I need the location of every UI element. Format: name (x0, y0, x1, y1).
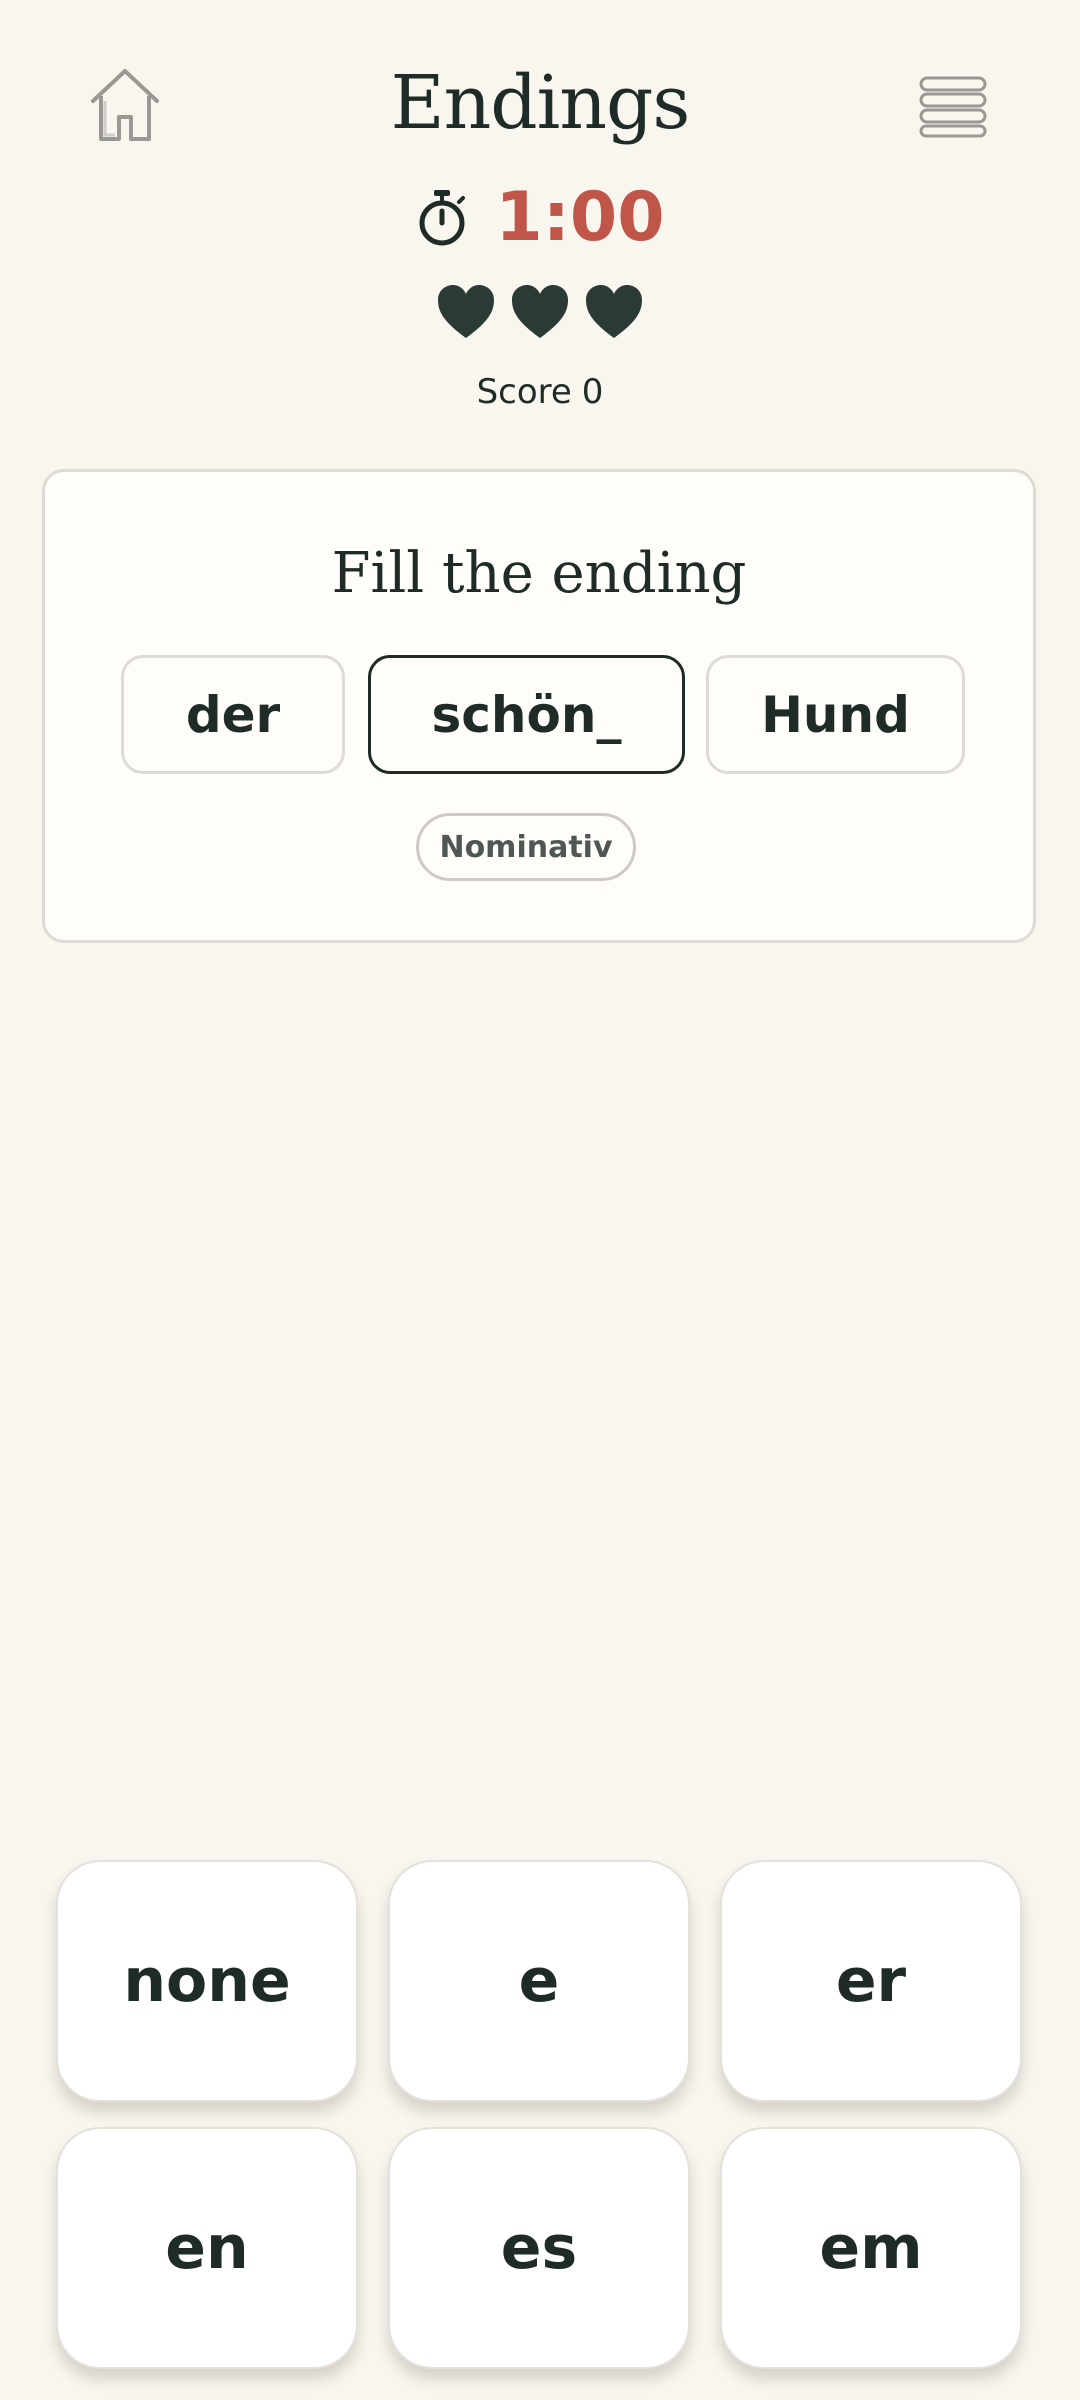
question-card: Fill the ending der schön_ Hund Nominati… (42, 469, 1036, 943)
lives (0, 284, 1080, 340)
menu-button[interactable] (908, 62, 998, 152)
option-none-button[interactable]: none (56, 1860, 358, 2102)
heart-icon (438, 285, 494, 338)
score-value: 0 (581, 372, 604, 412)
menu-icon (919, 76, 987, 138)
option-em-button[interactable]: em (720, 2127, 1022, 2369)
score: Score 0 (0, 366, 1080, 418)
option-es-button[interactable]: es (388, 2127, 690, 2369)
option-e-button[interactable]: e (388, 1860, 690, 2102)
noun-word: Hund (706, 655, 965, 774)
heart-icon (512, 285, 568, 338)
option-en-button[interactable]: en (56, 2127, 358, 2369)
timer: 1:00 (0, 168, 1080, 268)
timer-value: 1:00 (495, 178, 665, 257)
article-word: der (121, 655, 345, 774)
heart-icon (586, 285, 642, 338)
case-badge: Nominativ (416, 813, 636, 881)
score-label: Score (476, 372, 572, 412)
adjective-blank: schön_ (368, 655, 685, 774)
stopwatch-icon (419, 190, 466, 246)
question-prompt: Fill the ending (331, 541, 747, 606)
option-er-button[interactable]: er (720, 1860, 1022, 2102)
